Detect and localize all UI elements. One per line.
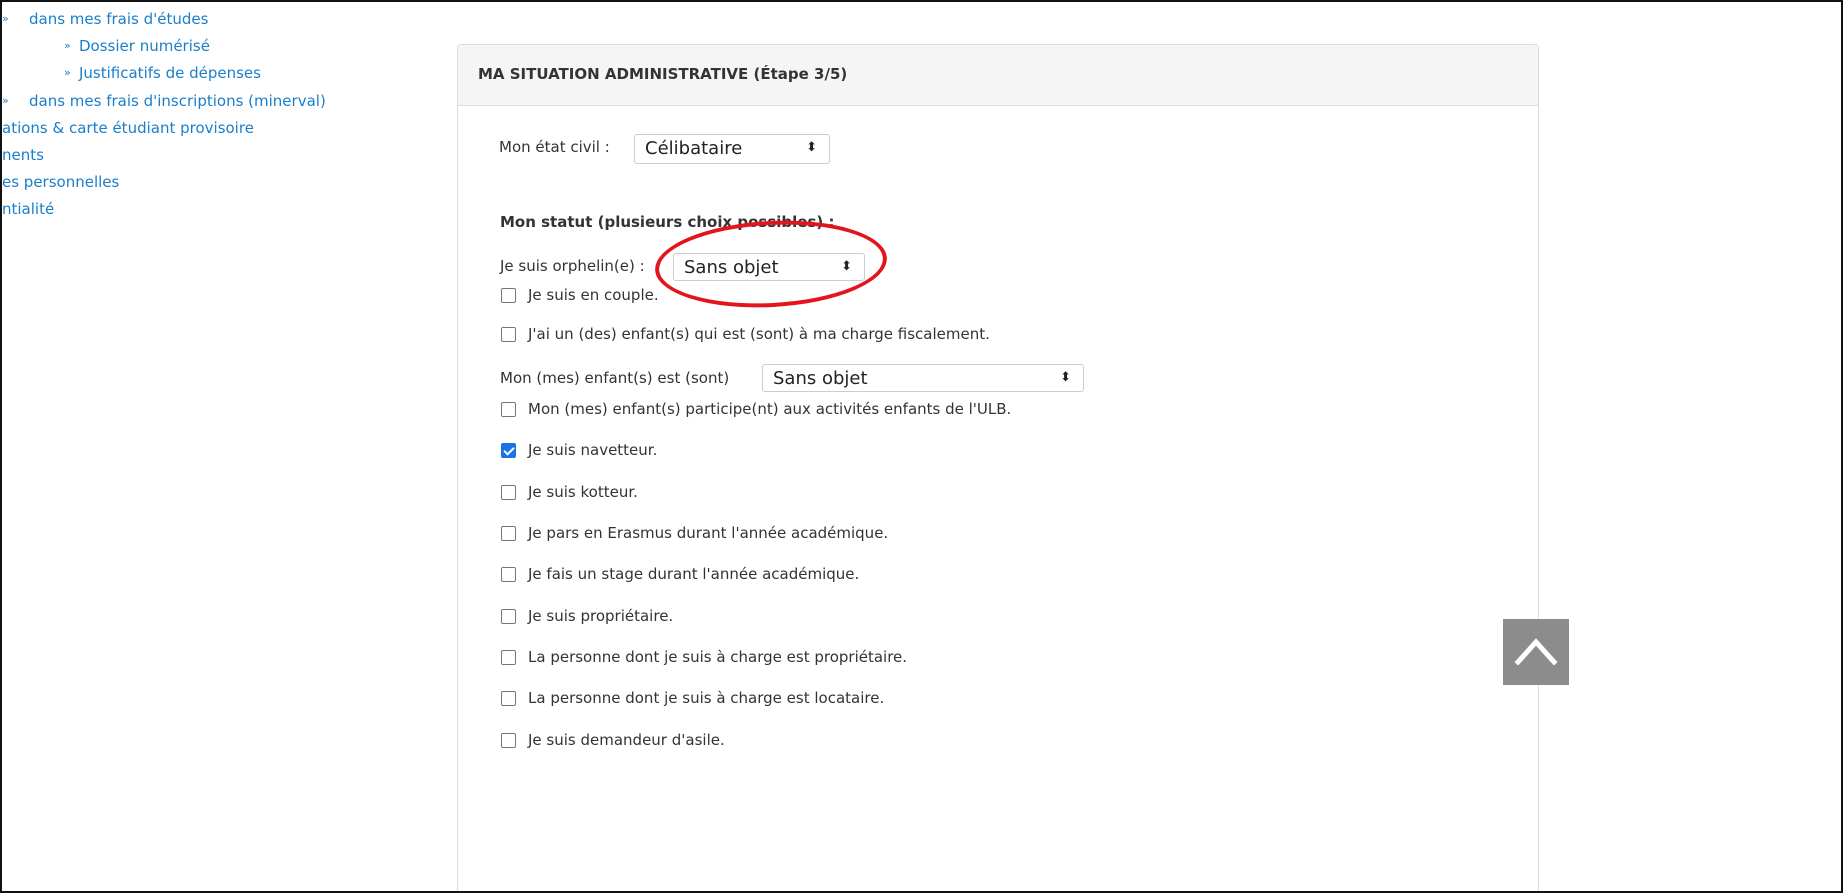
select-arrows-icon: ⬍ [1060, 370, 1071, 385]
sidebar-item-justificatifs[interactable]: Justificatifs de dépenses [79, 63, 261, 83]
couple-checkbox[interactable] [501, 288, 516, 303]
kotteur-label: Je suis kotteur. [528, 483, 638, 501]
panel-title: MA SITUATION ADMINISTRATIVE (Étape 3/5) [478, 65, 848, 83]
bullet-arrow-icon: » [64, 66, 71, 79]
stage-checkbox[interactable] [501, 567, 516, 582]
sidebar-item-frais-inscriptions[interactable]: dans mes frais d'inscriptions (minerval) [29, 91, 326, 111]
civil-state-label: Mon état civil : [499, 138, 610, 156]
civil-state-value: Célibataire [645, 138, 743, 159]
select-arrows-icon: ⬍ [841, 259, 852, 274]
orphan-value: Sans objet [684, 257, 779, 278]
navetteur-label: Je suis navetteur. [528, 441, 658, 459]
status-heading: Mon statut (plusieurs choix possibles) : [500, 213, 835, 231]
ulb-activities-label: Mon (mes) enfant(s) participe(nt) aux ac… [528, 400, 1012, 418]
owner-checkbox[interactable] [501, 609, 516, 624]
sidebar-item-frais-etudes[interactable]: dans mes frais d'études [29, 9, 208, 29]
civil-state-select[interactable]: Célibataire ⬍ [634, 134, 830, 164]
children-status-select[interactable]: Sans objet ⬍ [762, 364, 1084, 392]
chevron-up-icon [1514, 638, 1558, 666]
bullet-arrow-icon: » [2, 94, 9, 107]
dependent-children-checkbox[interactable] [501, 327, 516, 342]
navetteur-checkbox[interactable] [501, 443, 516, 458]
sidebar-item-paiements[interactable]: nents [2, 145, 44, 165]
panel-heading: MA SITUATION ADMINISTRATIVE (Étape 3/5) [458, 45, 1538, 106]
scroll-to-top-button[interactable] [1503, 619, 1569, 685]
sidebar-item-confidentialite[interactable]: ntialité [2, 199, 54, 219]
dependent-children-label: J'ai un (des) enfant(s) qui est (sont) à… [528, 325, 990, 343]
page-frame: » dans mes frais d'études » Dossier numé… [0, 0, 1843, 893]
bullet-arrow-icon: » [2, 12, 9, 25]
guardian-owner-checkbox[interactable] [501, 650, 516, 665]
bullet-arrow-icon: » [64, 39, 71, 52]
erasmus-label: Je pars en Erasmus durant l'année académ… [528, 524, 889, 542]
administrative-situation-panel: MA SITUATION ADMINISTRATIVE (Étape 3/5) [457, 44, 1539, 891]
sidebar-nav: » dans mes frais d'études » Dossier numé… [2, 2, 452, 302]
ulb-activities-checkbox[interactable] [501, 402, 516, 417]
kotteur-checkbox[interactable] [501, 485, 516, 500]
orphan-label: Je suis orphelin(e) : [500, 257, 645, 275]
asylum-label: Je suis demandeur d'asile. [528, 731, 725, 749]
select-arrows-icon: ⬍ [806, 140, 817, 155]
guardian-owner-label: La personne dont je suis à charge est pr… [528, 648, 908, 666]
sidebar-item-attestations[interactable]: ations & carte étudiant provisoire [2, 118, 254, 138]
couple-label: Je suis en couple. [528, 286, 659, 304]
orphan-select[interactable]: Sans objet ⬍ [673, 253, 865, 281]
guardian-tenant-checkbox[interactable] [501, 691, 516, 706]
asylum-checkbox[interactable] [501, 733, 516, 748]
children-status-label: Mon (mes) enfant(s) est (sont) [500, 369, 730, 387]
owner-label: Je suis propriétaire. [528, 607, 674, 625]
sidebar-item-dossier-numerise[interactable]: Dossier numérisé [79, 36, 210, 56]
stage-label: Je fais un stage durant l'année académiq… [528, 565, 860, 583]
children-status-value: Sans objet [773, 368, 868, 389]
sidebar-item-donnees-personnelles[interactable]: es personnelles [2, 172, 119, 192]
guardian-tenant-label: La personne dont je suis à charge est lo… [528, 689, 885, 707]
erasmus-checkbox[interactable] [501, 526, 516, 541]
